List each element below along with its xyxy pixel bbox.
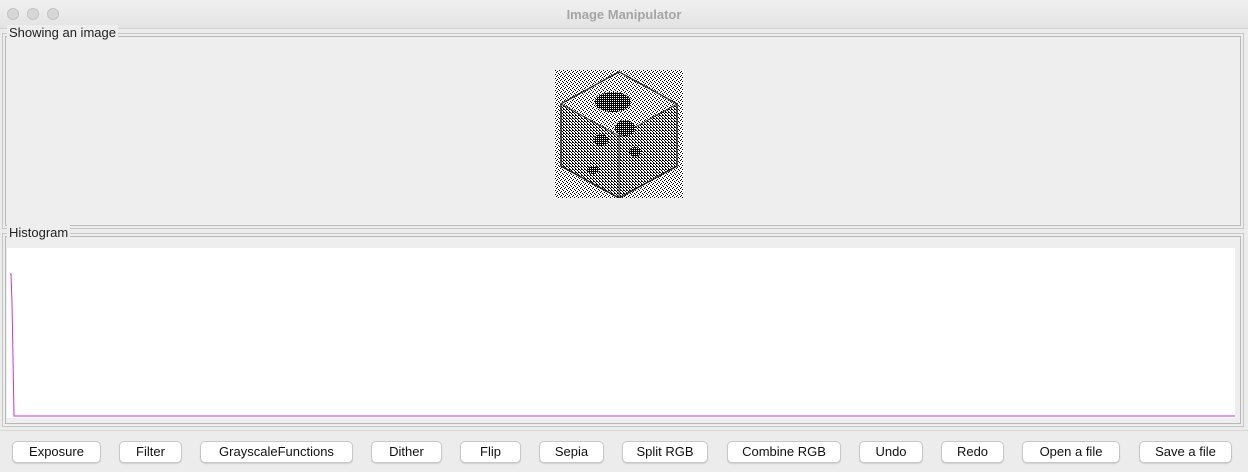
grayscale-functions-button[interactable]: GrayscaleFunctions [200,441,353,463]
filter-button[interactable]: Filter [119,441,182,463]
open-file-button[interactable]: Open a file [1022,441,1120,463]
histogram-panel: Histogram [2,225,1244,427]
split-rgb-button[interactable]: Split RGB [622,441,708,463]
combine-rgb-button[interactable]: Combine RGB [727,441,841,463]
sepia-button[interactable]: Sepia [539,441,604,463]
save-file-button[interactable]: Save a file [1139,441,1232,463]
dither-button[interactable]: Dither [371,441,442,463]
title-bar[interactable]: Image Manipulator [0,0,1248,29]
image-panel-legend: Showing an image [7,25,118,40]
redo-button[interactable]: Redo [941,441,1004,463]
undo-button[interactable]: Undo [859,441,923,463]
histogram-line [10,273,1235,417]
histogram-chart [7,248,1235,418]
flip-button[interactable]: Flip [460,441,521,463]
histogram-panel-legend: Histogram [7,225,71,240]
displayed-image [555,70,683,198]
button-bar: Exposure Filter GrayscaleFunctions Dithe… [0,430,1248,469]
exposure-button[interactable]: Exposure [12,441,101,463]
app-window: Image Manipulator Showing an image Histo… [0,0,1248,472]
image-panel: Showing an image [2,25,1244,229]
window-title: Image Manipulator [566,7,682,22]
